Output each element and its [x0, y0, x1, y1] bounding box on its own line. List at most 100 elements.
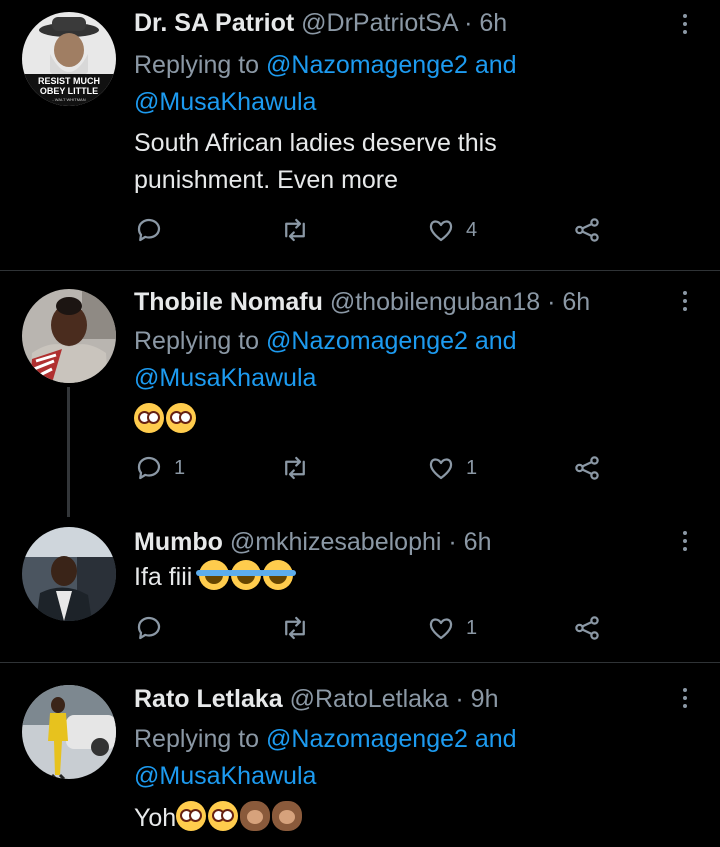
like-button[interactable]: 4 [426, 215, 477, 245]
display-name[interactable]: Dr. SA Patriot [134, 9, 294, 37]
username[interactable]: @thobilenguban18 [330, 288, 540, 316]
replying-to: Replying to @Nazomagenge2 and @MusaKhawu… [134, 721, 674, 795]
more-icon[interactable] [680, 291, 690, 311]
mention-link[interactable]: @MusaKhawula [134, 364, 316, 392]
reply-button[interactable] [134, 215, 164, 245]
separator: · [448, 528, 457, 556]
retweet-button[interactable] [280, 215, 310, 245]
avatar-image [22, 289, 116, 383]
retweet-icon [285, 218, 305, 242]
reply-icon [137, 456, 161, 480]
display-name[interactable]: Mumbo [134, 528, 223, 556]
flushed-emoji [176, 801, 207, 831]
mention-link[interactable]: @MusaKhawula [134, 88, 316, 116]
share-icon [575, 218, 599, 242]
mention-link[interactable]: @Nazomagenge2 and [266, 327, 517, 355]
retweet-icon [285, 456, 305, 480]
timestamp[interactable]: 9h [471, 685, 499, 713]
tweet-3[interactable]: Mumbo @mkhizesabelophi · 6h Ifa fiii 1 [0, 514, 720, 662]
avatar-dr-sa-patriot[interactable]: RESIST MUCH OBEY LITTLE - WALT WHITMAN [22, 12, 116, 106]
username[interactable]: @RatoLetlaka [290, 685, 449, 713]
tears-of-joy-emoji [260, 560, 297, 590]
reply-icon [137, 218, 161, 242]
avatar-image [22, 527, 116, 621]
timestamp[interactable]: 6h [562, 288, 590, 316]
tweet-text: Ifa fiii [134, 559, 674, 596]
tweet-text-content: Yoh [134, 804, 177, 832]
flushed-emoji [166, 403, 196, 433]
more-icon[interactable] [680, 688, 690, 708]
separator: · [464, 9, 473, 37]
tweet-1[interactable]: RESIST MUCH OBEY LITTLE - WALT WHITMAN D… [0, 0, 720, 272]
avatar-thobile-nomafu[interactable] [22, 289, 116, 383]
share-button[interactable] [572, 613, 602, 643]
timestamp[interactable]: 6h [479, 9, 507, 37]
tweet-header: Dr. SA Patriot @DrPatriotSA · 6h [134, 8, 507, 38]
see-no-evil-monkey-emoji [272, 801, 303, 831]
avatar-logo-text: OBEY LITTLE [40, 86, 98, 96]
display-name[interactable]: Thobile Nomafu [134, 288, 323, 316]
see-no-evil-monkey-emoji [240, 801, 271, 831]
like-count: 1 [466, 616, 478, 639]
flushed-emoji [134, 403, 164, 433]
tweet-4[interactable]: Rato Letlaka @RatoLetlaka · 9h Replying … [0, 663, 720, 847]
tweet-header: Thobile Nomafu @thobilenguban18 · 6h [134, 287, 590, 317]
tweet-2[interactable]: Thobile Nomafu @thobilenguban18 · 6h Rep… [0, 271, 720, 517]
display-name[interactable]: Rato Letlaka [134, 685, 283, 713]
share-button[interactable] [572, 215, 602, 245]
share-icon [575, 456, 599, 480]
like-count: 4 [466, 218, 478, 241]
timestamp[interactable]: 6h [464, 528, 492, 556]
mention-link[interactable]: @Nazomagenge2 and [266, 51, 517, 79]
flushed-emoji [208, 801, 239, 831]
avatar-image [22, 685, 116, 779]
tweet-text-line: punishment. Even more [134, 166, 399, 194]
tweet-text: Yoh [134, 800, 674, 837]
thread-connector [67, 387, 70, 517]
avatar-mumbo[interactable] [22, 527, 116, 621]
avatar-rato-letlaka[interactable] [22, 685, 116, 779]
tweet-header: Mumbo @mkhizesabelophi · 6h [134, 527, 491, 557]
username[interactable]: @mkhizesabelophi [230, 528, 442, 556]
tweet-actions: 4 [134, 215, 634, 247]
replying-prefix: Replying to [134, 327, 260, 355]
avatar-image: RESIST MUCH OBEY LITTLE - WALT WHITMAN [22, 12, 116, 106]
more-icon[interactable] [680, 14, 690, 34]
tweet-actions: 1 [134, 613, 634, 645]
heart-icon [429, 618, 453, 640]
tears-of-joy-emoji [196, 560, 233, 590]
replying-to: Replying to @Nazomagenge2 and @MusaKhawu… [134, 323, 674, 397]
share-icon [575, 616, 599, 640]
avatar-logo-text: RESIST MUCH [38, 76, 100, 86]
more-icon[interactable] [680, 531, 690, 551]
like-button[interactable]: 1 [426, 453, 477, 483]
username[interactable]: @DrPatriotSA [301, 9, 457, 37]
separator: · [455, 685, 464, 713]
mention-link[interactable]: @MusaKhawula [134, 762, 316, 790]
reply-button[interactable]: 1 [134, 453, 185, 483]
tweet-text-line: South African ladies deserve this [134, 129, 497, 157]
replying-prefix: Replying to [134, 51, 260, 79]
mention-link[interactable]: @Nazomagenge2 and [266, 725, 517, 753]
tweet-text [134, 402, 674, 439]
replying-prefix: Replying to [134, 725, 260, 753]
tweet-text: South African ladies deserve this punish… [134, 125, 674, 199]
reply-count: 1 [174, 456, 186, 479]
separator: · [547, 288, 556, 316]
tweet-actions: 1 1 [134, 453, 634, 485]
avatar-logo-text: - WALT WHITMAN [52, 97, 85, 102]
tears-of-joy-emoji [228, 560, 265, 590]
heart-icon [429, 220, 453, 242]
like-count: 1 [466, 456, 478, 479]
retweet-icon [285, 616, 305, 640]
reply-icon [137, 616, 161, 640]
share-button[interactable] [572, 453, 602, 483]
tweet-text-content: Ifa fiii [134, 563, 193, 591]
tweet-header: Rato Letlaka @RatoLetlaka · 9h [134, 684, 498, 714]
heart-icon [429, 458, 453, 480]
retweet-button[interactable] [280, 613, 310, 643]
like-button[interactable]: 1 [426, 613, 477, 643]
replying-to: Replying to @Nazomagenge2 and @MusaKhawu… [134, 47, 674, 121]
retweet-button[interactable] [280, 453, 310, 483]
reply-button[interactable] [134, 613, 164, 643]
